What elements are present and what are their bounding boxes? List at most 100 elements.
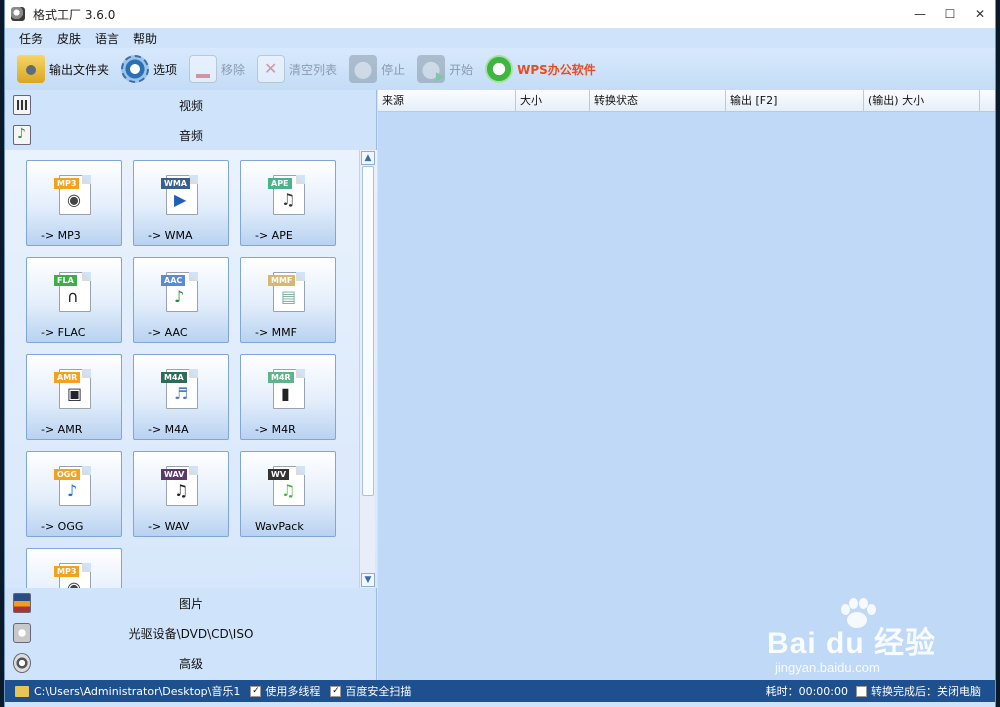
- scroll-thumb[interactable]: [362, 166, 374, 496]
- after-convert-checkbox[interactable]: [856, 685, 867, 697]
- format-tile-ogg[interactable]: OGG ♪ -> OGG: [26, 451, 122, 537]
- menu-task[interactable]: 任务: [19, 30, 43, 47]
- column-source[interactable]: 来源: [378, 90, 516, 112]
- format-glyph-icon: ▶: [174, 190, 187, 209]
- column-output[interactable]: 输出 [F2]: [726, 90, 864, 112]
- folder-icon[interactable]: [15, 685, 29, 697]
- category-image-label: 图片: [178, 596, 203, 611]
- format-glyph-icon: ♫: [281, 190, 296, 209]
- toolbar: 输出文件夹 选项 移除 清空列表 停止 开始 WPS办公软件: [5, 48, 995, 90]
- menu-help[interactable]: 帮助: [133, 30, 157, 47]
- window-title: 格式工厂 3.6.0: [33, 7, 116, 22]
- format-tag: WV: [268, 469, 290, 480]
- column-status[interactable]: 转换状态: [590, 90, 726, 112]
- format-tag: AMR: [54, 372, 81, 383]
- stop-button[interactable]: 停止: [349, 52, 405, 86]
- baidu-scan-checkbox[interactable]: ✓: [330, 685, 342, 697]
- multithread-option[interactable]: ✓ 使用多线程: [250, 683, 320, 699]
- elapsed-time: 耗时：00:00:00: [765, 685, 848, 698]
- start-button[interactable]: 开始: [417, 52, 473, 86]
- remove-icon: [189, 55, 218, 83]
- format-scrollbar[interactable]: ▲ ▼: [359, 150, 375, 588]
- window-controls: — ☐ ✕: [905, 0, 995, 28]
- category-video[interactable]: 视频: [5, 90, 376, 120]
- category-disc-label: 光驱设备\DVD\CD\ISO: [128, 626, 254, 641]
- format-label: -> WAV: [148, 520, 190, 533]
- format-glyph-icon: ▣: [67, 384, 83, 403]
- format-tile-mmf[interactable]: MMF ▤ -> MMF: [240, 257, 336, 343]
- wps-button[interactable]: WPS办公软件: [485, 52, 596, 86]
- multithread-label: 使用多线程: [265, 685, 321, 698]
- close-button[interactable]: ✕: [965, 0, 995, 28]
- task-list-panel[interactable]: 来源 大小 转换状态 输出 [F2] (输出) 大小: [378, 90, 995, 680]
- format-tag: OGG: [54, 469, 80, 480]
- format-tile-ape[interactable]: APE ♫ -> APE: [240, 160, 336, 246]
- clear-list-button[interactable]: 清空列表: [257, 52, 337, 86]
- format-tag: MP3: [54, 178, 80, 189]
- format-tile-fla[interactable]: FLA ∩ -> FLAC: [26, 257, 122, 343]
- format-label: -> M4A: [148, 423, 189, 436]
- category-audio[interactable]: 音频: [5, 120, 376, 150]
- format-tile-wma[interactable]: WMA ▶ -> WMA: [133, 160, 229, 246]
- stop-label: 停止: [381, 62, 406, 77]
- column-size[interactable]: 大小: [516, 90, 590, 112]
- audio-format-grid: MP3 ◉ -> MP3 WMA ▶ -> WMA APE ♫ -> APE FLA ∩ -> FLA…: [5, 150, 377, 588]
- format-glyph-icon: ♫: [174, 481, 189, 500]
- format-glyph-icon: ♬: [174, 384, 189, 403]
- format-tag: MP3: [54, 566, 80, 577]
- file-format-icon: WV ♫: [268, 466, 305, 506]
- format-label: -> AAC: [148, 326, 188, 339]
- format-label: -> MMF: [255, 326, 297, 339]
- scroll-down-arrow[interactable]: ▼: [361, 573, 375, 587]
- start-label: 开始: [449, 62, 474, 77]
- menu-skin[interactable]: 皮肤: [57, 30, 81, 47]
- menu-language[interactable]: 语言: [95, 30, 119, 47]
- output-folder-button[interactable]: 输出文件夹: [17, 52, 109, 86]
- start-icon: [417, 55, 446, 83]
- baidu-scan-label: 百度安全扫描: [345, 685, 412, 698]
- column-output-size[interactable]: (输出) 大小: [864, 90, 980, 112]
- scroll-up-arrow[interactable]: ▲: [361, 151, 375, 165]
- file-format-icon: AAC ♪: [161, 272, 198, 312]
- format-tag: M4A: [161, 372, 187, 383]
- format-label: -> FLAC: [41, 326, 86, 339]
- watermark-logo: Bai du 经验: [767, 627, 937, 660]
- menu-bar: 任务 皮肤 语言 帮助: [5, 28, 995, 48]
- category-advanced-label: 高级: [178, 656, 203, 671]
- format-tile-m4r[interactable]: M4R ▮ -> M4R: [240, 354, 336, 440]
- remove-button[interactable]: 移除: [189, 52, 245, 86]
- format-glyph-icon: ♪: [67, 481, 78, 500]
- format-glyph-icon: ∩: [67, 287, 79, 306]
- category-advanced[interactable]: 高级: [5, 648, 377, 678]
- format-tag: WAV: [161, 469, 188, 480]
- category-disc[interactable]: 光驱设备\DVD\CD\ISO: [5, 618, 377, 648]
- remove-label: 移除: [221, 62, 246, 77]
- minimize-button[interactable]: —: [905, 0, 935, 28]
- options-button[interactable]: 选项: [121, 52, 177, 86]
- file-format-icon: OGG ♪: [54, 466, 91, 506]
- category-image[interactable]: 图片: [5, 588, 377, 618]
- file-format-icon: MP3 ◉: [54, 175, 91, 215]
- format-tile-mp3[interactable]: MP3 ◉ -> MP3: [26, 160, 122, 246]
- format-tile-wv[interactable]: WV ♫ WavPack: [240, 451, 336, 537]
- file-format-icon: AMR ▣: [54, 369, 91, 409]
- baidu-scan-option[interactable]: ✓ 百度安全扫描: [330, 683, 411, 699]
- format-tile-wav[interactable]: WAV ♫ -> WAV: [133, 451, 229, 537]
- format-label: -> WMA: [148, 229, 193, 242]
- format-tile-m4a[interactable]: M4A ♬ -> M4A: [133, 354, 229, 440]
- wps-label: WPS办公软件: [517, 62, 596, 77]
- options-icon: [121, 55, 150, 83]
- file-format-icon: WMA ▶: [161, 175, 198, 215]
- format-glyph-icon: ◉: [67, 578, 81, 589]
- format-tile-aac[interactable]: AAC ♪ -> AAC: [133, 257, 229, 343]
- format-tag: AAC: [161, 275, 186, 286]
- app-window: 格式工厂 3.6.0 — ☐ ✕ 任务 皮肤 语言 帮助 输出文件夹 选项 移除…: [4, 0, 996, 707]
- file-format-icon: M4R ▮: [268, 369, 305, 409]
- format-tile-amr[interactable]: AMR ▣ -> AMR: [26, 354, 122, 440]
- format-tag: FLA: [54, 275, 77, 286]
- multithread-checkbox[interactable]: ✓: [250, 685, 262, 697]
- format-tile-mp3[interactable]: MP3 ◉: [26, 548, 122, 588]
- output-path[interactable]: C:\Users\Administrator\Desktop\音乐1: [34, 683, 240, 699]
- maximize-button[interactable]: ☐: [935, 0, 965, 28]
- format-glyph-icon: ▤: [281, 287, 297, 306]
